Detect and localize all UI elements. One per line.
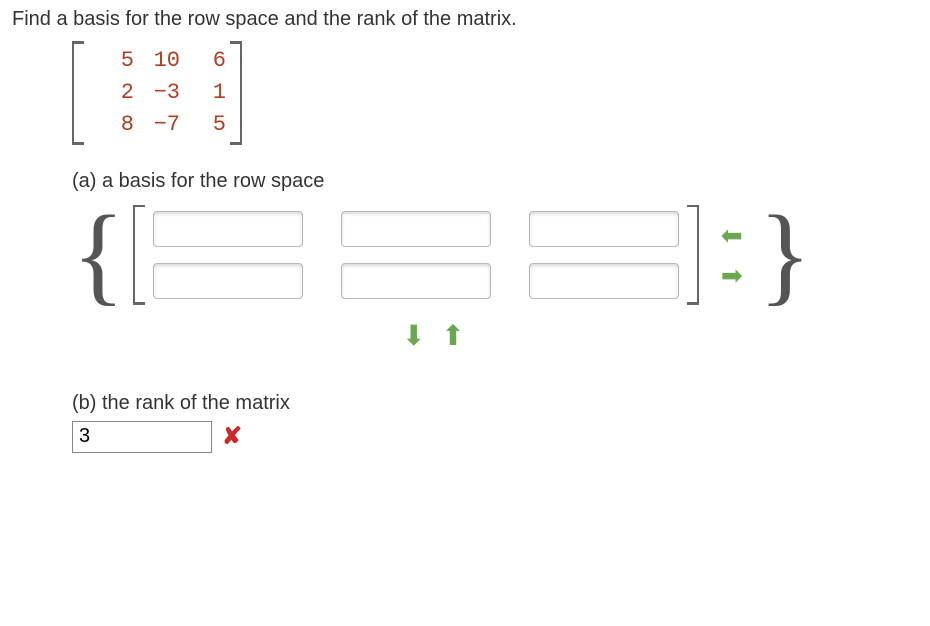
remove-column-icon[interactable]: ⬅ bbox=[721, 222, 743, 248]
basis-input[interactable] bbox=[529, 263, 679, 299]
matrix-cell: 5 bbox=[88, 45, 134, 77]
rank-input[interactable] bbox=[72, 421, 212, 453]
right-brace-icon: } bbox=[759, 205, 812, 304]
basis-right-bracket bbox=[689, 205, 699, 305]
matrix-row: 2 −3 1 bbox=[88, 77, 226, 109]
left-brace-icon: { bbox=[72, 205, 125, 304]
basis-input[interactable] bbox=[153, 263, 303, 299]
basis-input[interactable] bbox=[341, 211, 491, 247]
given-matrix: 5 10 6 2 −3 1 8 −7 5 bbox=[72, 41, 918, 152]
row-controls: ⬇ ⬆ bbox=[72, 319, 918, 352]
matrix-left-bracket bbox=[72, 41, 82, 145]
basis-answer-area: { ⬅ ➡ } bbox=[72, 205, 918, 305]
matrix-cell: 2 bbox=[88, 77, 134, 109]
matrix-right-bracket bbox=[232, 41, 242, 145]
incorrect-icon: ✘ bbox=[222, 422, 242, 451]
basis-left-bracket bbox=[133, 205, 143, 305]
matrix-cell: 10 bbox=[134, 45, 180, 77]
matrix-row: 5 10 6 bbox=[88, 45, 226, 77]
matrix-row: 8 −7 5 bbox=[88, 109, 226, 141]
matrix-cell: 5 bbox=[180, 109, 226, 141]
basis-vector-row bbox=[153, 211, 679, 247]
matrix-cell: −3 bbox=[134, 77, 180, 109]
matrix-cell: 8 bbox=[88, 109, 134, 141]
basis-input[interactable] bbox=[153, 211, 303, 247]
remove-row-icon[interactable]: ⬆ bbox=[441, 320, 468, 351]
add-column-icon[interactable]: ➡ bbox=[721, 262, 743, 288]
basis-input[interactable] bbox=[529, 211, 679, 247]
part-a-label: (a) a basis for the row space bbox=[72, 170, 918, 193]
question-prompt: Find a basis for the row space and the r… bbox=[12, 8, 918, 31]
matrix-cell: 1 bbox=[180, 77, 226, 109]
basis-input[interactable] bbox=[341, 263, 491, 299]
part-b-label: (b) the rank of the matrix bbox=[72, 392, 918, 415]
matrix-cell: −7 bbox=[134, 109, 180, 141]
matrix-cell: 6 bbox=[180, 45, 226, 77]
add-row-icon[interactable]: ⬇ bbox=[402, 320, 429, 351]
basis-vector-row bbox=[153, 263, 679, 299]
